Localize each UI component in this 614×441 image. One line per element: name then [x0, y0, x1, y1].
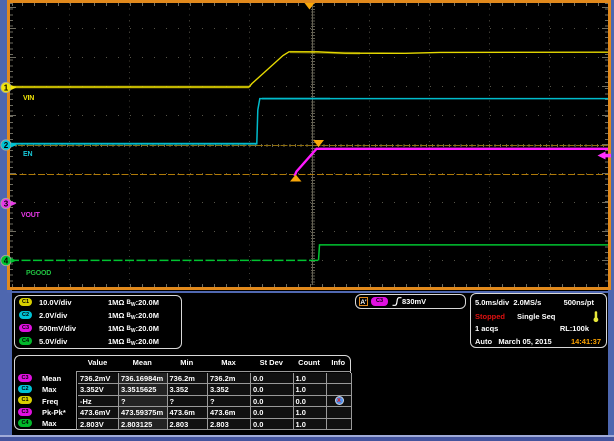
svg-text:2: 2 [4, 141, 9, 150]
svg-text:1: 1 [4, 84, 9, 93]
svg-text:3: 3 [4, 200, 9, 209]
svg-text:4: 4 [4, 257, 9, 266]
